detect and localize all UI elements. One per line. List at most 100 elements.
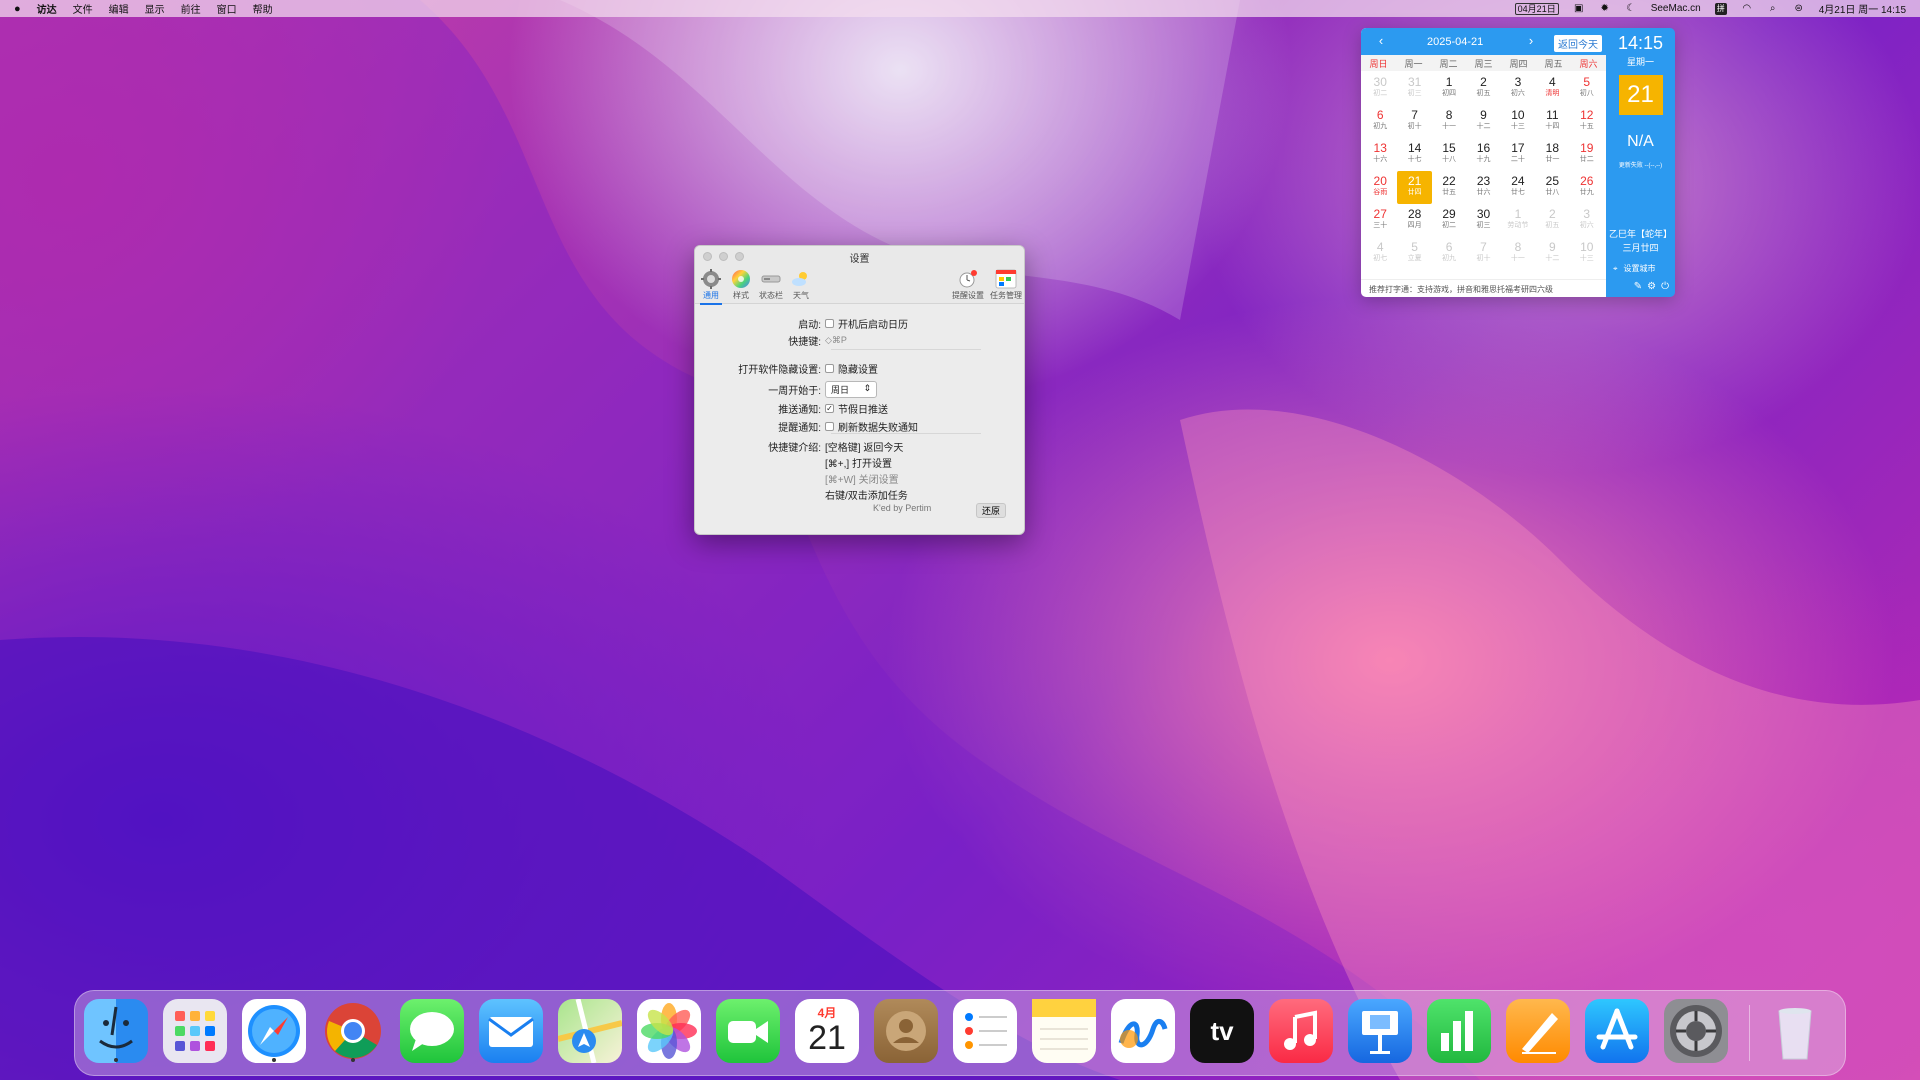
startup-checkbox[interactable]: [825, 319, 834, 328]
notes-app-icon[interactable]: [1032, 999, 1096, 1063]
search-icon[interactable]: ⌕: [1767, 3, 1779, 15]
tab-reminders[interactable]: 提醒设置: [950, 268, 986, 301]
calendar-day[interactable]: 8 十一: [1432, 105, 1466, 138]
calendar-day[interactable]: 2 初五: [1466, 72, 1500, 105]
brand-label[interactable]: SeeMac.cn: [1651, 3, 1701, 14]
calendar-day[interactable]: 24 廿七: [1501, 171, 1535, 204]
menu-help[interactable]: 帮助: [253, 1, 273, 16]
messages-icon[interactable]: [400, 999, 464, 1063]
calendar-day[interactable]: 13 十六: [1363, 138, 1397, 171]
safari-icon[interactable]: [242, 999, 306, 1063]
maps-icon[interactable]: [558, 999, 622, 1063]
calendar-day[interactable]: 30 初二: [1363, 72, 1397, 105]
calendar-day[interactable]: 28 四月: [1397, 204, 1431, 237]
launchpad-icon[interactable]: [163, 999, 227, 1063]
calendar-day[interactable]: 19 廿二: [1570, 138, 1604, 171]
menu-file[interactable]: 文件: [73, 1, 93, 16]
calendar-day[interactable]: 31 初三: [1397, 72, 1431, 105]
calendar-badge-icon[interactable]: 04月21日: [1514, 2, 1559, 15]
hotkey-field[interactable]: ◇⌘P: [825, 335, 847, 346]
calendar-day[interactable]: 4 清明: [1535, 72, 1569, 105]
calendar-app-icon[interactable]: 4月 21: [795, 999, 859, 1063]
calendar-day[interactable]: 12 十五: [1570, 105, 1604, 138]
trash-icon[interactable]: [1763, 999, 1827, 1063]
hide-checkbox[interactable]: [825, 364, 834, 373]
calendar-day[interactable]: 30 初三: [1466, 204, 1500, 237]
calendar-day[interactable]: 1 劳动节: [1501, 204, 1535, 237]
calendar-day[interactable]: 3 初六: [1501, 72, 1535, 105]
set-city[interactable]: ⌖ 设置城市: [1613, 263, 1656, 274]
menu-view[interactable]: 显示: [145, 1, 165, 16]
hide-option-label[interactable]: 隐藏设置: [838, 361, 878, 376]
calendar-day[interactable]: 9 十二: [1466, 105, 1500, 138]
remind-checkbox[interactable]: [825, 422, 834, 431]
calendar-day[interactable]: 20 谷雨: [1363, 171, 1397, 204]
finder-icon[interactable]: [84, 999, 148, 1063]
contacts-icon[interactable]: [874, 999, 938, 1063]
calendar-day[interactable]: 23 廿六: [1466, 171, 1500, 204]
calendar-day[interactable]: 25 廿八: [1535, 171, 1569, 204]
calendar-day[interactable]: 22 廿五: [1432, 171, 1466, 204]
calendar-day[interactable]: 17 二十: [1501, 138, 1535, 171]
week-start-select[interactable]: 周日 ⇕: [825, 381, 877, 398]
photos-icon[interactable]: [637, 999, 701, 1063]
calendar-day[interactable]: 3 初六: [1570, 204, 1604, 237]
calendar-day[interactable]: 18 廿一: [1535, 138, 1569, 171]
facetime-icon[interactable]: [716, 999, 780, 1063]
calendar-day[interactable]: 2 初五: [1535, 204, 1569, 237]
calendar-day[interactable]: 6 初九: [1432, 237, 1466, 270]
startup-option-label[interactable]: 开机后启动日历: [838, 316, 908, 331]
control-center-icon[interactable]: ⊜: [1793, 3, 1805, 15]
menu-go[interactable]: 前往: [181, 1, 201, 16]
wifi-icon[interactable]: ◠: [1741, 3, 1753, 15]
calendar-day[interactable]: 29 初二: [1432, 204, 1466, 237]
calendar-day[interactable]: 15 十八: [1432, 138, 1466, 171]
calendar-day[interactable]: 5 初八: [1570, 72, 1604, 105]
calendar-day[interactable]: 9 十二: [1535, 237, 1569, 270]
calendar-day[interactable]: 7 初十: [1466, 237, 1500, 270]
calendar-day[interactable]: 16 十九: [1466, 138, 1500, 171]
menu-edit[interactable]: 编辑: [109, 1, 129, 16]
calendar-day[interactable]: 1 初四: [1432, 72, 1466, 105]
calendar-day[interactable]: 11 十四: [1535, 105, 1569, 138]
do-not-disturb-icon[interactable]: ☾: [1625, 3, 1637, 15]
next-month-icon[interactable]: ›: [1521, 33, 1541, 48]
calendar-day[interactable]: 4 初七: [1363, 237, 1397, 270]
tab-task-manager[interactable]: 任务管理: [988, 268, 1024, 301]
calendar-day[interactable]: 5 立夏: [1397, 237, 1431, 270]
calendar-day[interactable]: 10 十三: [1501, 105, 1535, 138]
notes-icon[interactable]: ▣: [1573, 3, 1585, 15]
keynote-icon[interactable]: [1348, 999, 1412, 1063]
calendar-day[interactable]: 14 十七: [1397, 138, 1431, 171]
calendar-day[interactable]: 26 廿九: [1570, 171, 1604, 204]
restore-button[interactable]: 还原: [976, 503, 1007, 518]
tab-weather[interactable]: 天气: [786, 268, 816, 301]
push-option-label[interactable]: 节假日推送: [838, 401, 888, 416]
freeform-icon[interactable]: [1111, 999, 1175, 1063]
reminders-icon[interactable]: [953, 999, 1017, 1063]
edit-icon[interactable]: ✎: [1634, 281, 1642, 292]
menu-clock[interactable]: 4月21日 周一 14:15: [1819, 1, 1906, 16]
calendar-day[interactable]: 27 三十: [1363, 204, 1397, 237]
system-settings-icon[interactable]: [1664, 999, 1728, 1063]
numbers-icon[interactable]: [1427, 999, 1491, 1063]
calendar-day[interactable]: 8 十一: [1501, 237, 1535, 270]
brightness-icon[interactable]: ✹: [1599, 3, 1611, 15]
calendar-day[interactable]: 7 初十: [1397, 105, 1431, 138]
remind-option-label[interactable]: 刷新数据失败通知: [838, 419, 918, 434]
apple-tv-icon[interactable]: tv: [1190, 999, 1254, 1063]
set-city-label[interactable]: 设置城市: [1624, 263, 1656, 274]
app-store-icon[interactable]: [1585, 999, 1649, 1063]
tab-statusbar[interactable]: 状态栏: [756, 268, 786, 301]
prev-month-icon[interactable]: ‹: [1371, 33, 1391, 48]
power-icon[interactable]: ⏻: [1661, 281, 1669, 292]
apple-icon[interactable]: ●: [14, 3, 21, 15]
gear-icon[interactable]: ⚙: [1647, 281, 1656, 292]
chrome-icon[interactable]: [321, 999, 385, 1063]
mail-icon[interactable]: [479, 999, 543, 1063]
push-checkbox[interactable]: ✓: [825, 404, 834, 413]
menu-finder[interactable]: 访达: [37, 1, 57, 16]
calendar-day[interactable]: 10 十三: [1570, 237, 1604, 270]
calendar-day[interactable]: 6 初九: [1363, 105, 1397, 138]
pages-icon[interactable]: [1506, 999, 1570, 1063]
